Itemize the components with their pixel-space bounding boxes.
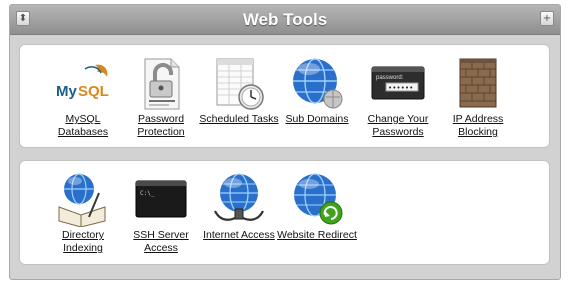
tool-ip-address-blocking[interactable]: IP Address Blocking: [439, 55, 517, 143]
tool-sub-domains[interactable]: Sub Domains: [278, 55, 356, 143]
password-box-icon: password: ••••••: [370, 55, 426, 111]
panel-header: ⬍ Web Tools +: [10, 5, 560, 35]
tool-label-line-2: Access: [144, 242, 178, 254]
globe-icon: [289, 55, 345, 111]
tool-label-line-1: Sub Domains: [285, 113, 349, 125]
web-tools-panel: ⬍ Web Tools + My SQL MySQL Databases Pas…: [9, 4, 561, 280]
brick-wall-icon: [450, 55, 506, 111]
globe-cable-icon: [211, 171, 267, 227]
tool-label: Internet Access: [196, 229, 282, 242]
tool-label-line-1: Scheduled Tasks: [199, 113, 279, 125]
tool-label-line-2: Passwords: [372, 126, 424, 138]
panel-title: Web Tools: [242, 10, 328, 29]
mysql-logo-icon: My SQL: [55, 55, 111, 111]
padlock-document-icon: [133, 55, 189, 111]
tool-label: Password Protection: [118, 113, 204, 139]
tool-password-protection[interactable]: Password Protection: [122, 55, 200, 143]
terminal-icon: C:\_: [133, 171, 189, 227]
tool-label-line-2: Indexing: [63, 242, 103, 254]
tool-label-line-1: Internet Access: [203, 229, 275, 241]
tool-label-line-1: MySQL: [65, 113, 101, 125]
tool-label-line-1: Password: [137, 113, 185, 125]
tool-label: MySQL Databases: [40, 113, 126, 139]
password-caption: password:: [376, 75, 404, 81]
tool-label: SSH Server Access: [118, 229, 204, 255]
globe-book-icon: [55, 171, 111, 227]
tool-label: Directory Indexing: [40, 229, 126, 255]
tool-label: Scheduled Tasks: [196, 113, 282, 126]
tool-internet-access[interactable]: Internet Access: [200, 171, 278, 259]
terminal-prompt: C:\_: [140, 190, 155, 197]
tool-label: Sub Domains: [274, 113, 360, 126]
tool-ssh-server-access[interactable]: C:\_ SSH Server Access: [122, 171, 200, 259]
tool-label-line-2: Databases: [57, 126, 109, 138]
calendar-clock-icon: [211, 55, 267, 111]
svg-text:SQL: SQL: [78, 83, 109, 100]
tool-label-line-1: Website Redirect: [277, 229, 357, 241]
tool-scheduled-tasks[interactable]: Scheduled Tasks: [199, 55, 279, 143]
tool-label-line-2: Protection: [137, 126, 185, 138]
tool-label: Change Your Passwords: [355, 113, 441, 139]
add-button[interactable]: +: [540, 11, 554, 26]
tool-change-passwords[interactable]: password: •••••• Change Your Passwords: [359, 55, 437, 143]
tool-label-line-1: Change Your: [367, 113, 429, 125]
tool-mysql-databases[interactable]: My SQL MySQL Databases: [44, 55, 122, 143]
tool-label-line-1: SSH Server: [133, 229, 189, 241]
svg-text:••••••: ••••••: [388, 84, 413, 92]
globe-redirect-icon: [289, 171, 345, 227]
tools-card-row-1: My SQL MySQL Databases Password Protecti…: [19, 44, 550, 148]
svg-text:My: My: [56, 83, 77, 100]
tool-label: Website Redirect: [274, 229, 360, 242]
tool-label-line-2: Blocking: [458, 126, 498, 138]
tool-label: IP Address Blocking: [435, 113, 521, 139]
tools-card-row-2: Directory Indexing C:\_ SSH Server Acces…: [19, 160, 550, 265]
tool-directory-indexing[interactable]: Directory Indexing: [44, 171, 122, 259]
tool-label-line-1: Directory: [61, 229, 104, 241]
tool-label-line-1: IP Address: [452, 113, 504, 125]
tool-website-redirect[interactable]: Website Redirect: [277, 171, 357, 259]
